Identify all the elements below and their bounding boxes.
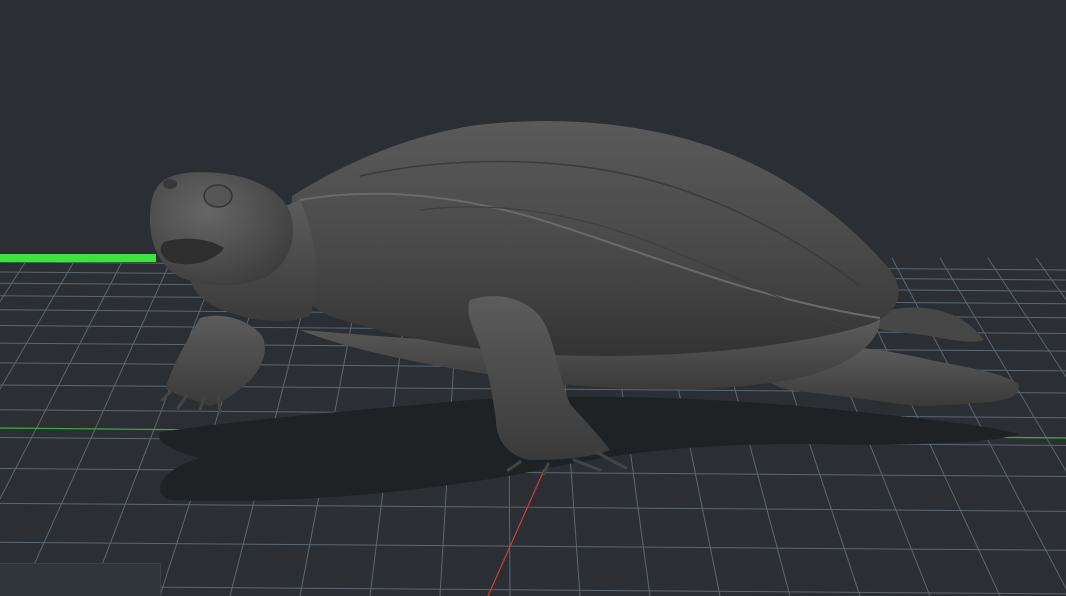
viewport-scene[interactable] (0, 0, 1066, 596)
grid-line-receding (0, 257, 125, 500)
turtle-nostril (163, 179, 177, 189)
turtle-front-leg-left (166, 315, 265, 406)
viewport-corner-panel[interactable] (0, 563, 161, 596)
grid-line-receding (19, 257, 173, 596)
grid-line-horizontal (0, 541, 1066, 551)
grid-line-receding (0, 257, 29, 303)
turtle-shell (289, 120, 899, 356)
selection-edge-highlight (0, 254, 156, 262)
grid-line-receding (0, 257, 77, 391)
grid-line-horizontal (0, 502, 1066, 512)
3d-viewport[interactable] (0, 0, 1066, 596)
turtle-eye (203, 184, 233, 208)
grid-line-receding (987, 257, 1066, 378)
